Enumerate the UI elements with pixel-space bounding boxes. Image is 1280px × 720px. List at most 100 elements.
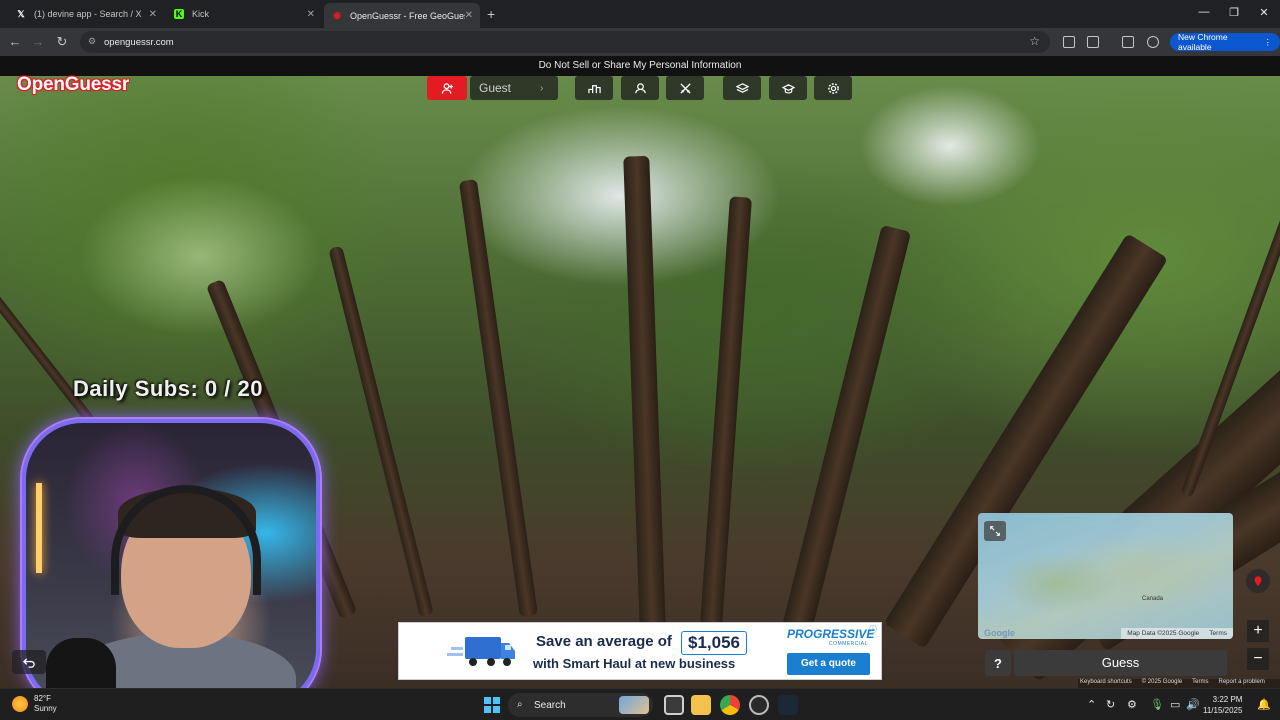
reading-list-icon[interactable] xyxy=(1122,36,1134,48)
zoom-in-button[interactable]: + xyxy=(1247,620,1269,642)
search-label: Search xyxy=(534,699,566,711)
account-button[interactable] xyxy=(427,76,467,100)
tray-app-icon[interactable]: ⚙ xyxy=(1127,698,1137,711)
close-icon[interactable]: ✕ xyxy=(149,9,157,20)
restore-icon[interactable]: ❐ xyxy=(1224,6,1244,19)
swords-icon xyxy=(679,82,691,94)
keyboard-shortcuts-link[interactable]: Keyboard shortcuts xyxy=(1080,679,1132,688)
tree-trunk xyxy=(328,245,434,618)
maps-button[interactable] xyxy=(723,76,761,100)
username-label: Guest xyxy=(479,81,512,95)
tab-openguessr[interactable]: ◉ OpenGuessr - Free GeoGuessr / ✕ xyxy=(324,3,480,28)
sun-icon xyxy=(12,696,28,712)
extension-icon[interactable] xyxy=(1063,36,1075,48)
map-size-toggle-button[interactable] xyxy=(1246,569,1270,593)
tree-trunk xyxy=(458,179,538,618)
map-terms-link[interactable]: Terms xyxy=(1209,630,1227,637)
map-legal-bar: Keyboard shortcuts © 2025 Google Terms R… xyxy=(1078,679,1280,688)
clock-time: 3:22 PM xyxy=(1212,695,1243,704)
ad-choices-icon[interactable]: ⓘ xyxy=(869,624,877,635)
ad-brand-logo: PROGRESSIVE xyxy=(787,627,875,641)
forward-arrow-icon[interactable]: → xyxy=(30,34,46,49)
browser-toolbar: ← → ↻ ⚙ openguessr.com ☆ New Chrome avai… xyxy=(0,28,1280,56)
map-pin-icon xyxy=(1254,576,1262,587)
advertisement-banner[interactable]: Save an average of $1,056 with Smart Hau… xyxy=(398,622,882,680)
map-copyright: © 2025 Google xyxy=(1141,679,1183,685)
map-place-label: Canada xyxy=(1142,596,1164,602)
steam-icon[interactable] xyxy=(778,695,798,715)
weather-temp: 82°F xyxy=(34,694,51,703)
windows-taskbar: 82°F Sunny ⌕ Search ⌃ ↻ ⚙ 🎙 ▭ 🔊 3:22 PM … xyxy=(0,688,1280,720)
site-info-icon[interactable]: ⚙ xyxy=(88,36,98,46)
ad-subheadline: with Smart Haul at new business xyxy=(533,656,736,671)
tab-title: Kick xyxy=(192,9,210,19)
weather-widget[interactable]: 82°F Sunny xyxy=(12,694,57,714)
chevron-up-icon[interactable]: ⌃ xyxy=(1087,698,1096,711)
guess-help-button[interactable]: ? xyxy=(985,650,1011,676)
file-explorer-icon[interactable] xyxy=(691,695,711,715)
weather-desc: Sunny xyxy=(34,704,57,713)
system-clock[interactable]: 3:22 PM 11/15/2025 xyxy=(1203,694,1242,716)
zoom-out-button[interactable]: − xyxy=(1247,648,1269,670)
get-a-quote-button[interactable]: Get a quote xyxy=(787,653,870,675)
ad-price: $1,056 xyxy=(681,631,747,655)
street-view-panorama[interactable]: Do Not Sell or Share My Personal Informa… xyxy=(0,56,1280,688)
profile-icon[interactable] xyxy=(1147,36,1159,48)
x-logo-icon: 𝕏 xyxy=(17,8,25,19)
settings-button[interactable] xyxy=(814,76,852,100)
openguessr-logo[interactable]: OpenGuessr xyxy=(17,74,129,96)
openguessr-logo-icon: ◉ xyxy=(333,10,341,20)
chevron-icon: › xyxy=(540,82,544,94)
sync-icon[interactable]: ↻ xyxy=(1106,698,1115,711)
bookmark-star-icon[interactable]: ☆ xyxy=(1029,34,1040,48)
clock-date: 11/15/2025 xyxy=(1203,706,1243,715)
webcam-overlay xyxy=(22,419,320,688)
gear-icon xyxy=(827,82,839,94)
daily-subs-overlay: Daily Subs: 0 / 20 xyxy=(73,376,263,401)
obs-icon[interactable] xyxy=(749,695,769,715)
return-to-start-button[interactable] xyxy=(12,650,46,674)
notification-bell-icon[interactable]: 🔔 xyxy=(1257,698,1271,711)
reload-icon[interactable]: ↻ xyxy=(54,34,70,50)
search-highlight-icon xyxy=(619,696,649,714)
graduation-icon xyxy=(781,83,795,94)
tab-title: OpenGuessr - Free GeoGuessr / xyxy=(350,10,465,21)
battle-button[interactable] xyxy=(666,76,704,100)
close-icon[interactable]: ✕ xyxy=(465,10,473,21)
windows-start-icon[interactable] xyxy=(484,697,500,713)
report-problem-link[interactable]: Report a problem xyxy=(1219,679,1265,688)
address-bar[interactable]: ⚙ openguessr.com ☆ xyxy=(80,31,1050,53)
close-window-icon[interactable]: ✕ xyxy=(1254,6,1274,19)
learn-button[interactable] xyxy=(769,76,807,100)
ad-headline: Save an average of xyxy=(536,633,672,650)
tree-trunk xyxy=(700,196,752,627)
network-icon[interactable]: ▭ xyxy=(1170,698,1180,711)
map-expand-button[interactable] xyxy=(984,521,1006,541)
guess-map[interactable]: Canada Google Map Data ©2025 Google Term… xyxy=(978,513,1233,639)
new-tab-icon[interactable]: + xyxy=(487,6,495,22)
close-icon[interactable]: ✕ xyxy=(307,9,315,20)
tab-kick[interactable]: K Kick ✕ xyxy=(166,3,322,25)
leaderboard-button[interactable] xyxy=(575,76,613,100)
new-chrome-available-button[interactable]: New Chrome available ⋮ xyxy=(1170,32,1280,52)
back-arrow-icon[interactable]: ← xyxy=(7,34,23,49)
task-view-icon[interactable] xyxy=(664,695,684,715)
new-chrome-label: New Chrome available xyxy=(1178,32,1228,52)
minimize-icon[interactable]: — xyxy=(1194,6,1214,18)
guess-button[interactable]: Guess xyxy=(1014,650,1227,676)
guest-username[interactable]: Guest › xyxy=(470,76,558,100)
chrome-icon[interactable] xyxy=(720,695,740,715)
tab-x[interactable]: 𝕏 (1) devine app - Search / X ✕ xyxy=(8,3,164,25)
tree-trunk xyxy=(780,224,912,640)
multiplayer-button[interactable] xyxy=(621,76,659,100)
tree-trunk xyxy=(623,155,666,637)
taskbar-search[interactable]: ⌕ Search xyxy=(508,693,653,717)
privacy-notice-link[interactable]: Do Not Sell or Share My Personal Informa… xyxy=(0,56,1280,76)
microphone-icon[interactable]: 🎙 xyxy=(1150,698,1164,711)
undo-arrow-icon xyxy=(22,657,35,668)
screen-share-icon[interactable] xyxy=(1087,36,1099,48)
more-vert-icon: ⋮ xyxy=(1263,36,1273,47)
volume-icon[interactable]: 🔊 xyxy=(1186,698,1200,711)
map-footer: Map Data ©2025 Google Terms xyxy=(1121,628,1233,639)
terms-link[interactable]: Terms xyxy=(1192,679,1208,688)
